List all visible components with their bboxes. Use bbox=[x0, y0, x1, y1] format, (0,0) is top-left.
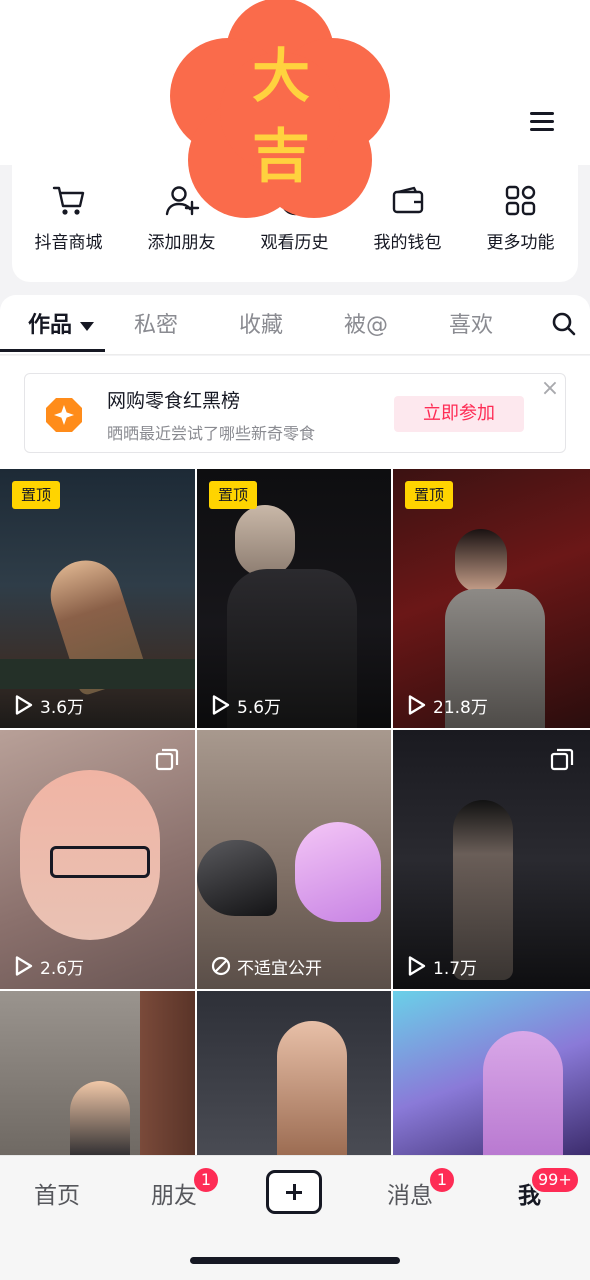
friends-badge: 1 bbox=[192, 1166, 220, 1194]
video-tile-7[interactable] bbox=[0, 991, 195, 1159]
view-count: 1.7万 bbox=[407, 953, 477, 979]
shop-label: 抖音商城 bbox=[34, 233, 103, 253]
shop-entry[interactable]: 抖音商城 bbox=[12, 184, 125, 264]
video-thumbnail-heart-pink bbox=[295, 822, 381, 922]
video-tile-9[interactable] bbox=[393, 991, 590, 1159]
video-thumbnail-heart-dark bbox=[197, 840, 277, 916]
video-thumbnail-figure bbox=[455, 529, 507, 593]
restricted-label: 不适宜公开 bbox=[211, 953, 322, 979]
home-indicator bbox=[190, 1257, 400, 1264]
view-count-text: 3.6万 bbox=[40, 697, 85, 718]
restricted-text: 不适宜公开 bbox=[237, 958, 322, 979]
play-icon bbox=[408, 695, 426, 715]
video-tile-5[interactable]: 不适宜公开 bbox=[197, 730, 391, 989]
tab-mentions[interactable]: 被@ bbox=[344, 307, 388, 339]
me-badge: 99+ bbox=[530, 1166, 580, 1194]
more-functions-entry[interactable]: 更多功能 bbox=[464, 184, 577, 264]
add-friend-label: 添加朋友 bbox=[147, 233, 216, 253]
tab-private[interactable]: 私密 bbox=[134, 307, 178, 339]
shopping-cart-icon bbox=[52, 186, 84, 215]
multi-image-icon bbox=[550, 748, 574, 771]
pinned-badge: 置顶 bbox=[12, 481, 60, 509]
pinned-badge: 置顶 bbox=[209, 481, 257, 509]
promo-title: 网购零食红黑榜 bbox=[107, 390, 241, 412]
view-count-text: 5.6万 bbox=[237, 697, 282, 718]
tab-likes[interactable]: 喜欢 bbox=[449, 307, 493, 339]
wallet-icon bbox=[392, 186, 423, 214]
tab-favorites[interactable]: 收藏 bbox=[239, 307, 283, 339]
no-entry-icon bbox=[211, 956, 231, 976]
tab-works[interactable]: 作品 bbox=[28, 307, 95, 339]
view-count: 21.8万 bbox=[407, 692, 488, 718]
nav-friends[interactable]: 朋友 bbox=[151, 1176, 197, 1210]
video-thumbnail-figure bbox=[483, 1031, 563, 1159]
search-icon[interactable] bbox=[550, 310, 578, 338]
video-tile-4[interactable]: 2.6万 bbox=[0, 730, 195, 989]
messages-badge: 1 bbox=[428, 1166, 456, 1194]
video-tile-8[interactable] bbox=[197, 991, 391, 1159]
video-tile-3[interactable]: 置顶 21.8万 bbox=[393, 469, 590, 728]
video-thumbnail-bench bbox=[0, 659, 195, 689]
video-tile-6[interactable]: 1.7万 bbox=[393, 730, 590, 989]
pinned-badge: 置顶 bbox=[405, 481, 453, 509]
history-label: 观看历史 bbox=[260, 233, 329, 253]
video-thumbnail-figure bbox=[70, 1081, 130, 1159]
view-count: 5.6万 bbox=[211, 692, 281, 718]
close-icon[interactable]: × bbox=[539, 378, 561, 400]
promo-section: 网购零食红黑榜 晒晒最近尝试了哪些新奇零食 立即参加 × bbox=[0, 356, 590, 469]
lucky-sticker: 大 吉 bbox=[166, 0, 394, 225]
play-icon bbox=[15, 956, 33, 976]
active-tab-indicator bbox=[0, 349, 105, 352]
sticker-char-top: 大 bbox=[251, 42, 310, 110]
nav-home[interactable]: 首页 bbox=[34, 1176, 80, 1210]
sticker-char-bottom: 吉 bbox=[251, 122, 310, 190]
video-thumbnail-figure bbox=[235, 505, 295, 577]
join-button[interactable]: 立即参加 bbox=[394, 396, 524, 432]
more-functions-label: 更多功能 bbox=[486, 233, 555, 253]
menu-icon[interactable] bbox=[524, 104, 560, 140]
sparkle-badge-icon bbox=[46, 398, 82, 432]
video-thumbnail-glasses bbox=[50, 846, 150, 878]
play-icon bbox=[15, 695, 33, 715]
tab-works-label: 作品 bbox=[28, 313, 73, 338]
multi-image-icon bbox=[155, 748, 179, 771]
view-count: 3.6万 bbox=[14, 692, 84, 718]
view-count: 2.6万 bbox=[14, 953, 84, 979]
promo-subtitle: 晒晒最近尝试了哪些新奇零食 bbox=[107, 424, 316, 443]
grid-icon bbox=[505, 185, 535, 216]
nav-messages[interactable]: 消息 bbox=[387, 1176, 433, 1210]
video-thumbnail-figure bbox=[277, 1021, 347, 1159]
wallet-label: 我的钱包 bbox=[373, 233, 442, 253]
content-tabs: 作品 私密 收藏 被@ 喜欢 bbox=[0, 295, 590, 355]
profile-screen: 抖音商城 添加朋友 观看历史 我的钱包 更多功能 大 吉 作品 私密 收藏 被@… bbox=[0, 0, 590, 1280]
video-tile-1[interactable]: 置顶 3.6万 bbox=[0, 469, 195, 728]
play-icon bbox=[408, 956, 426, 976]
view-count-text: 1.7万 bbox=[433, 958, 478, 979]
video-grid: 置顶 3.6万 置顶 5.6万 置顶 21.8万 2.6万 不适宜公开 1.7万 bbox=[0, 469, 590, 1159]
view-count-text: 21.8万 bbox=[433, 697, 488, 718]
video-thumbnail-wall bbox=[140, 991, 195, 1159]
promo-banner[interactable]: 网购零食红黑榜 晒晒最近尝试了哪些新奇零食 立即参加 × bbox=[24, 373, 566, 453]
caret-down-icon bbox=[80, 321, 95, 331]
create-button[interactable] bbox=[266, 1170, 322, 1214]
video-tile-2[interactable]: 置顶 5.6万 bbox=[197, 469, 391, 728]
play-icon bbox=[212, 695, 230, 715]
flower-shape-icon bbox=[170, 0, 390, 218]
view-count-text: 2.6万 bbox=[40, 958, 85, 979]
